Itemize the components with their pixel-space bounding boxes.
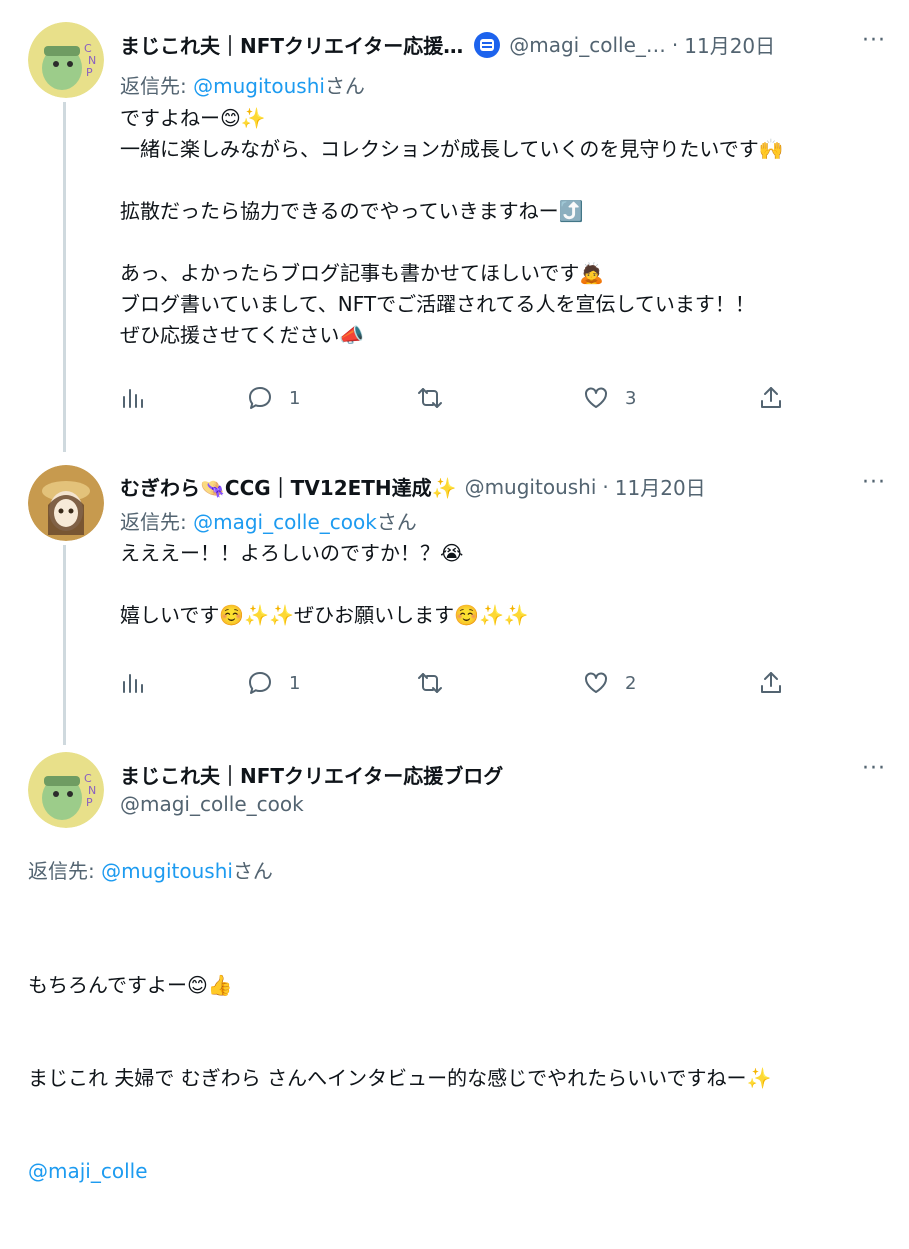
more-options-icon[interactable]: ··· — [862, 470, 886, 495]
reply-icon — [249, 387, 271, 409]
retweet-icon — [418, 388, 442, 408]
author-handle[interactable]: @mugitoushi — [465, 475, 597, 499]
reply-to: 返信先: @mugitoushiさん — [120, 74, 365, 98]
share-button[interactable] — [758, 670, 784, 696]
views-button[interactable] — [120, 670, 146, 696]
tweet-text-line: もちろんですよー😊👍 — [28, 973, 233, 997]
analytics-icon — [123, 389, 143, 408]
svg-text:P: P — [86, 66, 93, 79]
reply-icon — [249, 672, 271, 694]
retweet-button[interactable] — [417, 670, 443, 696]
action-bar: 1 2 — [120, 670, 800, 700]
thread-line — [63, 545, 66, 745]
share-button[interactable] — [758, 385, 784, 411]
like-count: 2 — [625, 672, 637, 694]
share-icon — [761, 387, 781, 408]
retweet-button[interactable] — [417, 385, 443, 411]
avatar[interactable] — [28, 465, 104, 541]
avatar[interactable]: C N P — [28, 22, 104, 98]
tweet-text-line: まじこれ 夫婦で むぎわら さんへインタビュー的な感じでやれたらいいですねー✨ — [28, 1066, 772, 1090]
more-options-icon[interactable]: ··· — [862, 28, 886, 53]
like-button[interactable]: 2 — [583, 670, 636, 696]
reply-to: 返信先: @mugitoushiさん — [28, 859, 273, 883]
share-icon — [761, 672, 781, 693]
reply-button[interactable]: 1 — [247, 385, 300, 411]
tweet-text: もちろんですよー😊👍 まじこれ 夫婦で むぎわら さんへインタビュー的な感じでや… — [28, 908, 771, 1249]
like-button[interactable]: 3 — [583, 385, 636, 411]
author-handle[interactable]: @magi_colle_cook — [120, 792, 304, 816]
tweet-date[interactable]: 11月20日 — [615, 472, 706, 501]
separator-dot: · — [671, 32, 679, 57]
author-name[interactable]: まじこれ夫｜NFTクリエイター応援… — [120, 30, 463, 59]
heart-icon — [585, 387, 607, 408]
reply-mention-link[interactable]: @magi_colle_cook — [193, 510, 377, 534]
reply-count: 1 — [289, 672, 301, 694]
author-name[interactable]: まじこれ夫｜NFTクリエイター応援ブログ — [120, 760, 503, 789]
reply-button[interactable]: 1 — [247, 670, 300, 696]
mention-link[interactable]: @maji_colle — [28, 1156, 771, 1187]
author-handle[interactable]: @magi_colle_… — [509, 33, 666, 57]
reply-mention-link[interactable]: @mugitoushi — [101, 859, 233, 883]
author-name[interactable]: むぎわら👒CCG｜TV12ETH達成✨ — [120, 472, 457, 501]
separator-dot: · — [602, 474, 609, 499]
verified-badge-icon — [474, 31, 501, 58]
svg-text:P: P — [86, 796, 93, 809]
views-button[interactable] — [120, 385, 146, 411]
analytics-icon — [123, 674, 143, 693]
retweet-icon — [418, 673, 442, 693]
tweet-date[interactable]: 11月20日 — [684, 30, 775, 59]
reply-count: 1 — [289, 387, 301, 409]
more-options-icon[interactable]: ··· — [862, 756, 886, 781]
tweet-text: えええー！！よろしいのですか！？😭 嬉しいです☺️✨✨ぜひお願いします☺️✨✨ — [120, 541, 529, 627]
tweet-text: ですよねー😊✨ 一緒に楽しみながら、コレクションが成長していくのを見守りたいです… — [120, 106, 784, 347]
like-count: 3 — [625, 387, 637, 409]
reply-to: 返信先: @magi_colle_cookさん — [120, 510, 417, 534]
action-bar: 1 3 — [120, 385, 800, 415]
reply-mention-link[interactable]: @mugitoushi — [193, 74, 325, 98]
thread-line — [63, 102, 66, 452]
avatar[interactable]: C N P — [28, 752, 104, 828]
heart-icon — [585, 672, 607, 693]
